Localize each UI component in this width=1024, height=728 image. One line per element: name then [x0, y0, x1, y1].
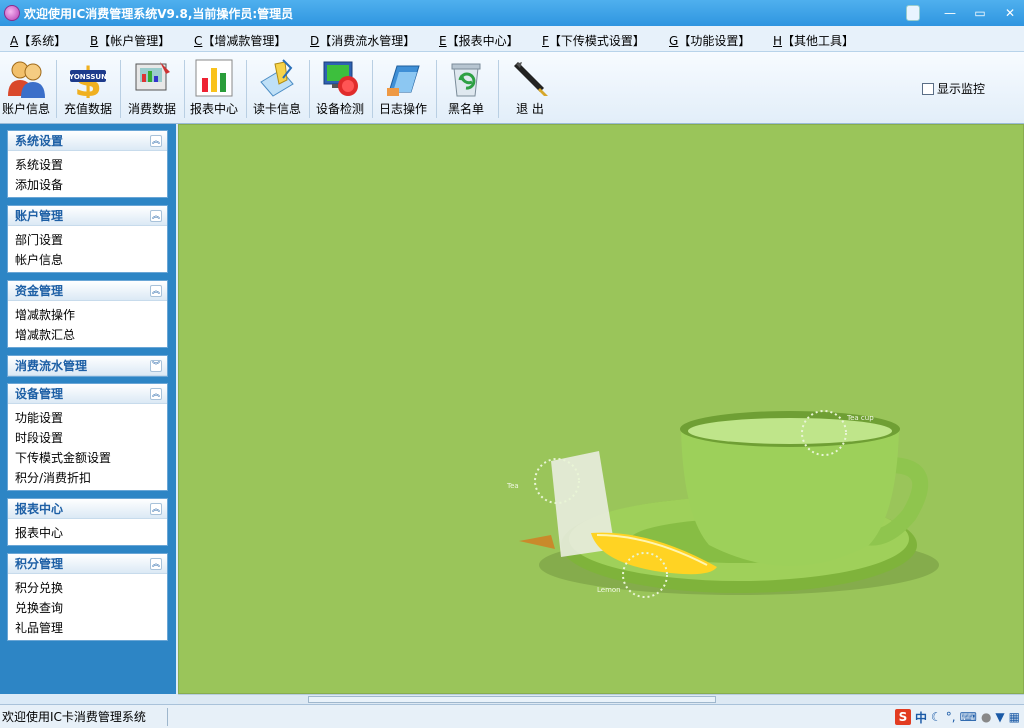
toolbar-read-card[interactable]: 读卡信息	[247, 56, 307, 122]
sidebar-item-download-amount[interactable]: 下传模式金额设置	[15, 448, 167, 468]
sidebar-item-add-device[interactable]: 添加设备	[15, 175, 167, 195]
toolbar-consumption[interactable]: 消费数据	[122, 56, 182, 122]
skin-shirt-icon[interactable]: ▼	[995, 710, 1004, 724]
ime-toolbar: S 中 ☾ °, ⌨ ● ▼ ▦	[895, 708, 1024, 726]
toolbar-separator	[498, 60, 499, 118]
collapse-chevron-icon[interactable]: ︽	[150, 557, 162, 570]
punctuation-icon[interactable]: °,	[946, 710, 956, 724]
recharge-icon: $YONSSUN	[68, 58, 108, 106]
panel-device-management: 设备管理 ︽ 功能设置 时段设置 下传模式金额设置 积分/消费折扣	[7, 383, 168, 491]
panel-fund-management: 资金管理 ︽ 增减款操作 增减款汇总	[7, 280, 168, 348]
title-bar: 欢迎使用IC消费管理系统V9.8,当前操作员:管理员 — ▭ ✕	[0, 0, 1024, 26]
menu-system[interactable]: A【系统】	[10, 32, 66, 49]
checkbox-box[interactable]	[922, 82, 934, 95]
toolbar-separator	[120, 60, 121, 118]
panel-report-center: 报表中心 ︽ 报表中心	[7, 498, 168, 546]
menu-function[interactable]: G【功能设置】	[669, 32, 750, 49]
collapse-chevron-icon[interactable]: ︽	[150, 284, 162, 297]
blacklist-icon	[446, 58, 486, 98]
panel-header[interactable]: 报表中心 ︽	[8, 499, 167, 519]
toolbar: 账户信息 $YONSSUN 充值数据 消费数据 报表中心	[0, 52, 1024, 124]
sidebar-item-department[interactable]: 部门设置	[15, 230, 167, 250]
moon-icon[interactable]: ☾	[931, 710, 942, 724]
horizontal-scrollbar[interactable]	[178, 694, 1024, 704]
sogou-ime-icon[interactable]: S	[895, 709, 911, 725]
sidebar-item-points-exchange[interactable]: 积分兑换	[15, 578, 167, 598]
scrollbar-thumb[interactable]	[308, 696, 716, 703]
sidebar-item-exchange-query[interactable]: 兑换查询	[15, 598, 167, 618]
wallpaper-label-bag: Tea	[506, 482, 519, 490]
panel-account-management: 账户管理 ︽ 部门设置 帐户信息	[7, 205, 168, 273]
tea-cup-wallpaper: Tea cup Tea Lemon	[506, 410, 939, 598]
wallpaper-label-lemon: Lemon	[597, 586, 621, 594]
collapse-chevron-icon[interactable]: ︽	[150, 502, 162, 515]
status-text: 欢迎使用IC卡消费管理系统	[0, 707, 168, 726]
svg-text:YONSSUN: YONSSUN	[68, 73, 107, 81]
sidebar-item-system-settings[interactable]: 系统设置	[15, 155, 167, 175]
menu-account[interactable]: B【帐户管理】	[90, 32, 170, 49]
expand-chevron-icon[interactable]: ︾	[150, 359, 162, 372]
keyboard-icon[interactable]: ⌨	[960, 710, 977, 724]
users-icon	[6, 58, 46, 98]
minimize-button[interactable]: —	[936, 3, 964, 23]
sidebar-item-adjust-summary[interactable]: 增减款汇总	[15, 325, 167, 345]
toolbar-report[interactable]: 报表中心	[184, 56, 244, 122]
exit-pen-icon	[510, 58, 550, 98]
grid-menu-icon[interactable]: ▦	[1009, 710, 1020, 724]
panel-header[interactable]: 消费流水管理 ︾	[8, 356, 167, 376]
sidebar-item-account-info[interactable]: 帐户信息	[15, 250, 167, 270]
sidebar-item-gift-management[interactable]: 礼品管理	[15, 618, 167, 638]
show-monitor-label: 显示监控	[937, 82, 986, 96]
sidebar-item-points-discount[interactable]: 积分/消费折扣	[15, 468, 167, 488]
panel-header[interactable]: 系统设置 ︽	[8, 131, 167, 151]
toolbar-device-check[interactable]: 设备检测	[310, 56, 370, 122]
skin-icon[interactable]	[906, 5, 920, 21]
menu-download-mode[interactable]: F【下传模式设置】	[542, 32, 645, 49]
collapse-chevron-icon[interactable]: ︽	[150, 134, 162, 147]
panel-system-settings: 系统设置 ︽ 系统设置 添加设备	[7, 130, 168, 198]
menu-bar: A【系统】 B【帐户管理】 C【增减款管理】 D【消费流水管理】 E【报表中心】…	[0, 26, 1024, 52]
panel-header[interactable]: 设备管理 ︽	[8, 384, 167, 404]
log-icon	[383, 58, 423, 98]
toolbar-separator	[56, 60, 57, 118]
panel-points-management: 积分管理 ︽ 积分兑换 兑换查询 礼品管理	[7, 553, 168, 641]
toolbar-blacklist[interactable]: 黑名单	[436, 56, 496, 122]
ime-language[interactable]: 中	[915, 709, 927, 726]
toolbar-log[interactable]: 日志操作	[373, 56, 433, 122]
sidebar-item-adjust-operation[interactable]: 增减款操作	[15, 305, 167, 325]
panel-header[interactable]: 积分管理 ︽	[8, 554, 167, 574]
app-logo-icon	[4, 5, 20, 21]
user-icon[interactable]: ●	[981, 710, 991, 724]
sidebar: 系统设置 ︽ 系统设置 添加设备 账户管理 ︽ 部门设置 帐户信息 资金管理 ︽	[0, 124, 176, 694]
report-chart-icon	[194, 58, 234, 98]
toolbar-account-info[interactable]: 账户信息	[0, 56, 56, 122]
status-bar: 欢迎使用IC卡消费管理系统 S 中 ☾ °, ⌨ ● ▼ ▦	[0, 704, 1024, 728]
close-button[interactable]: ✕	[996, 3, 1024, 23]
collapse-chevron-icon[interactable]: ︽	[150, 209, 162, 222]
show-monitor-checkbox[interactable]: 显示监控	[922, 80, 985, 97]
maximize-button[interactable]: ▭	[966, 3, 994, 23]
menu-flow[interactable]: D【消费流水管理】	[310, 32, 415, 49]
app-window: 欢迎使用IC消费管理系统V9.8,当前操作员:管理员 — ▭ ✕ A【系统】 B…	[0, 0, 1024, 728]
card-read-icon	[257, 58, 297, 98]
window-title: 欢迎使用IC消费管理系统V9.8,当前操作员:管理员	[24, 6, 294, 21]
toolbar-recharge[interactable]: $YONSSUN 充值数据	[58, 56, 118, 122]
main-content-area: Tea cup Tea Lemon	[178, 124, 1024, 694]
panel-header[interactable]: 账户管理 ︽	[8, 206, 167, 226]
collapse-chevron-icon[interactable]: ︽	[150, 387, 162, 400]
consumption-icon	[132, 58, 172, 98]
menu-adjust[interactable]: C【增减款管理】	[194, 32, 286, 49]
sidebar-item-time-settings[interactable]: 时段设置	[15, 428, 167, 448]
panel-header[interactable]: 资金管理 ︽	[8, 281, 167, 301]
wallpaper-label-cup: Tea cup	[846, 414, 874, 422]
device-check-icon	[320, 58, 360, 98]
sidebar-item-function-settings[interactable]: 功能设置	[15, 408, 167, 428]
menu-report[interactable]: E【报表中心】	[439, 32, 519, 49]
sidebar-item-report-center[interactable]: 报表中心	[15, 523, 167, 543]
panel-flow-management: 消费流水管理 ︾	[7, 355, 168, 377]
menu-tools[interactable]: H【其他工具】	[773, 32, 854, 49]
toolbar-exit[interactable]: 退 出	[500, 56, 560, 122]
